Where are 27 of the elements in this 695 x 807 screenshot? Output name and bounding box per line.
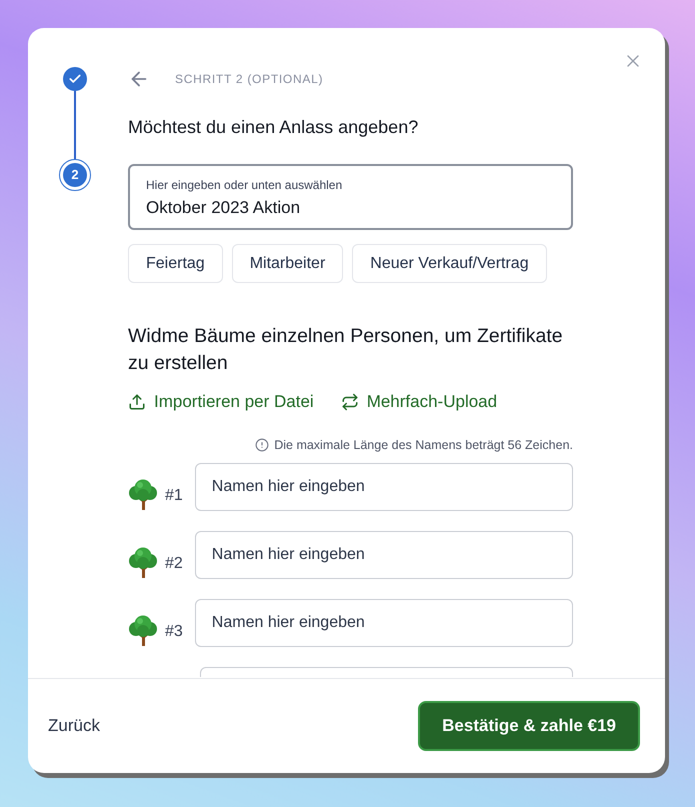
- row-number: #2: [165, 554, 183, 574]
- row-number: #1: [165, 486, 183, 506]
- import-file-link[interactable]: Importieren per Datei: [128, 390, 314, 414]
- name-input[interactable]: Namen hier eingeben: [194, 463, 573, 511]
- occasion-question: Möchtest du einen Anlass angeben?: [128, 116, 420, 139]
- name-length-hint: Die maximale Länge des Namens beträgt 56 Zeichen.: [274, 437, 573, 453]
- upload-icon: [128, 393, 146, 411]
- info-icon: [255, 438, 270, 452]
- row-number: #3: [165, 622, 183, 642]
- dedication-title: Widme Bäume einzelnen Personen, um Zertifikate zu erstellen: [128, 324, 564, 376]
- bulk-upload-link[interactable]: Mehrfach-Upload: [340, 390, 498, 414]
- repeat-icon: [340, 393, 359, 411]
- confirm-pay-button[interactable]: Bestätige & zahle €19: [418, 701, 640, 751]
- tree-icon: [128, 547, 158, 579]
- name-input[interactable]: Namen hier eingeben: [194, 531, 573, 579]
- tree-icon: [128, 479, 158, 511]
- suggestion-chip[interactable]: Mitarbeiter: [232, 244, 344, 283]
- step-label: SCHRITT 2 (OPTIONAL): [175, 71, 324, 88]
- step-connector: [74, 91, 76, 159]
- name-input[interactable]: [200, 667, 573, 677]
- occasion-field[interactable]: Hier eingeben oder unten auswählen Oktober 2023 Aktion: [128, 164, 573, 230]
- suggestion-chip[interactable]: Feiertag: [128, 244, 223, 283]
- back-link[interactable]: Zurück: [48, 713, 100, 739]
- tree-icon: [128, 615, 158, 647]
- step-number: 2: [59, 159, 91, 191]
- suggestion-chip[interactable]: Neuer Verkauf/Vertrag: [352, 244, 547, 283]
- name-input[interactable]: Namen hier eingeben: [194, 599, 573, 647]
